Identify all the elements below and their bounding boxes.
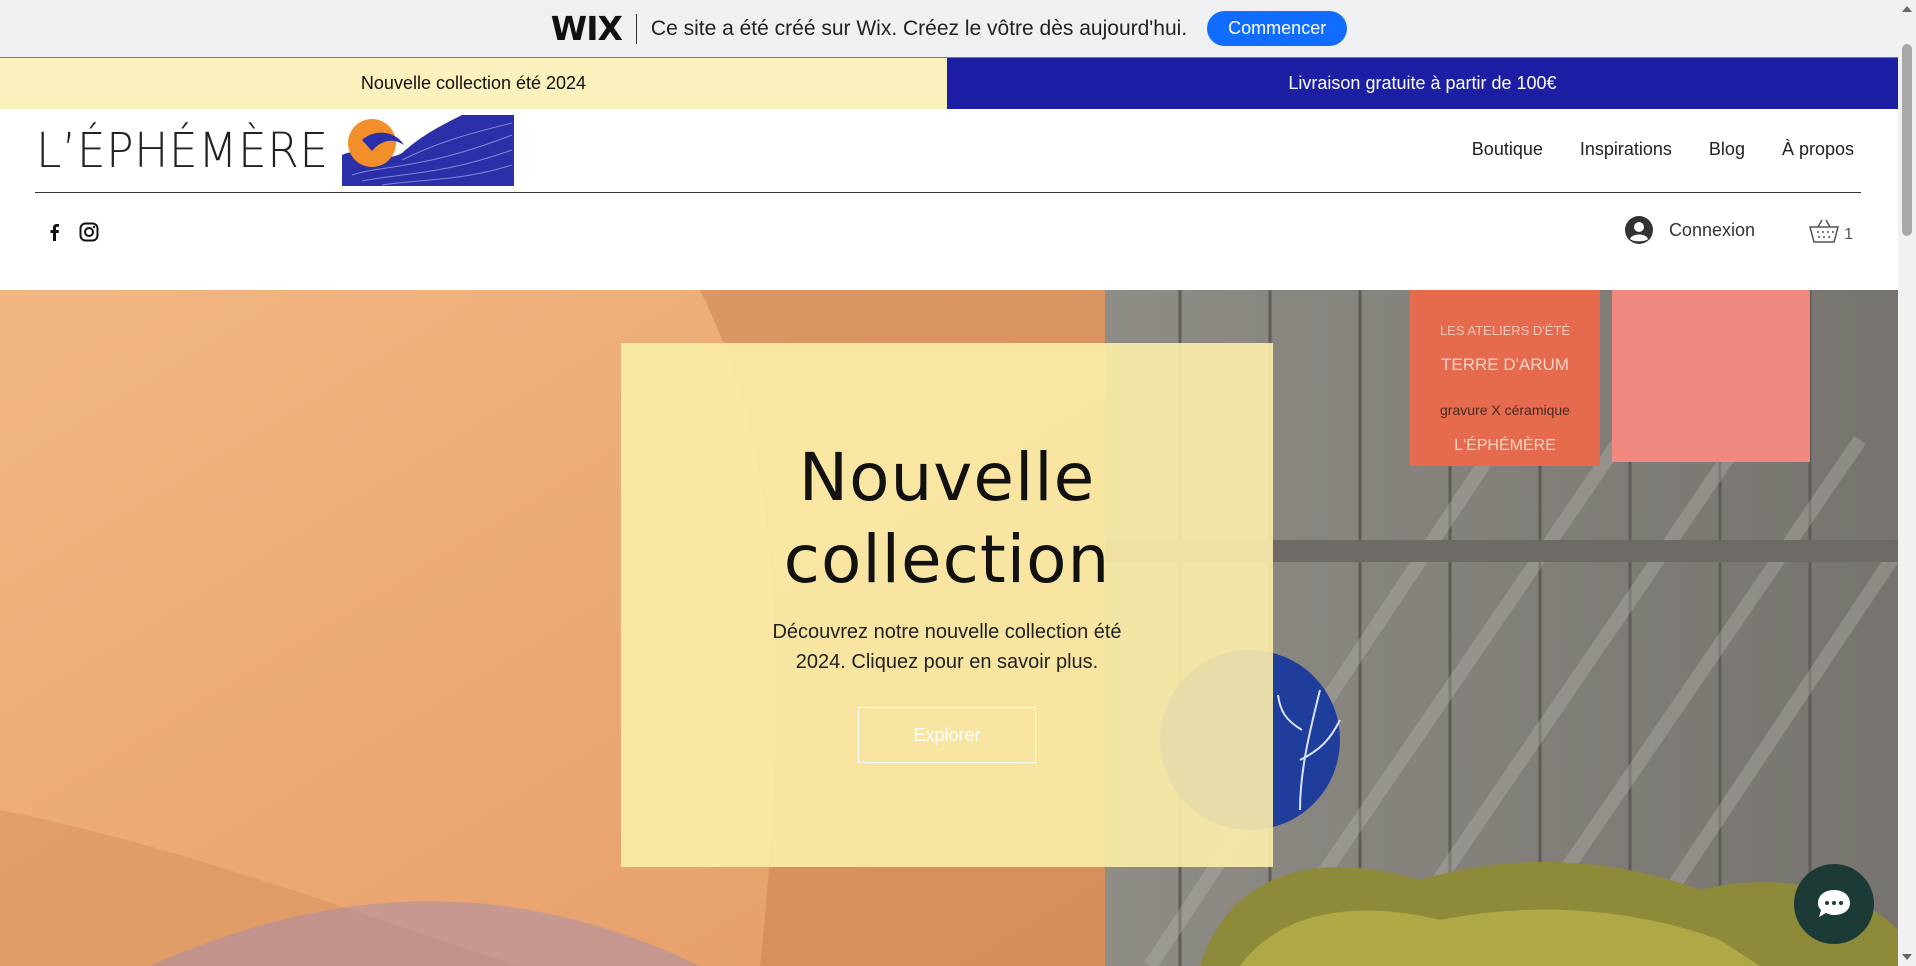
nav-item-a-propos[interactable]: À propos xyxy=(1782,139,1854,160)
page-scrollbar[interactable] xyxy=(1898,0,1916,966)
logo-wave-image xyxy=(342,115,515,186)
nav-item-boutique[interactable]: Boutique xyxy=(1472,139,1543,160)
hero-title-line-1: Nouvelle xyxy=(798,439,1096,516)
hero-subtitle: Découvrez notre nouvelle collection été … xyxy=(772,621,1122,673)
login-label: Connexion xyxy=(1668,219,1755,240)
cart-count: 1 xyxy=(1844,226,1853,243)
chat-button[interactable] xyxy=(1794,864,1874,944)
wix-separator xyxy=(635,13,637,44)
promo-new-collection[interactable]: Nouvelle collection été 2024 xyxy=(0,58,947,109)
facebook-icon[interactable] xyxy=(45,222,65,242)
hero-title-line-2: collection xyxy=(783,521,1111,598)
chat-bubble-icon xyxy=(1818,890,1850,917)
wix-banner-message: Ce site a été créé sur Wix. Créez le vôt… xyxy=(650,16,1188,40)
poster-title-1: LES ATELIERS D'ÉTÉ xyxy=(1440,323,1570,338)
promo-free-shipping[interactable]: Livraison gratuite à partir de 100€ xyxy=(947,58,1898,109)
nav-item-blog[interactable]: Blog xyxy=(1709,139,1745,160)
poster-title-2: TERRE D'ARUM xyxy=(1441,355,1569,374)
main-nav: Boutique Inspirations Blog À propos xyxy=(1472,139,1854,160)
logo-text: L’ÉPHÉMÈRE xyxy=(36,122,329,179)
header-divider xyxy=(35,192,1861,193)
promo-strip: Nouvelle collection été 2024 Livraison g… xyxy=(0,58,1898,109)
basket-icon xyxy=(1809,219,1840,243)
social-links xyxy=(45,222,99,242)
poster-title-3: gravure X céramique xyxy=(1440,402,1570,418)
login-button[interactable]: Connexion xyxy=(1624,216,1755,244)
scroll-down-arrow-icon[interactable] xyxy=(1902,954,1912,960)
hero-title: Nouvelle collection xyxy=(784,437,1111,601)
site-header: L’ÉPHÉMÈRE Boutique Inspirations Blog À … xyxy=(0,109,1898,290)
hero-section: LES ATELIERS D'ÉTÉ TERRE D'ARUM gravure … xyxy=(0,290,1898,966)
explore-button[interactable]: Explorer xyxy=(858,707,1036,763)
scrollbar-thumb[interactable] xyxy=(1902,44,1912,236)
instagram-icon[interactable] xyxy=(79,222,99,242)
site-logo[interactable]: L’ÉPHÉMÈRE xyxy=(36,115,515,186)
poster-title-4: L'ÉPHÉMÈRE xyxy=(1454,435,1556,454)
user-avatar-icon xyxy=(1624,216,1653,244)
hero-card: Nouvelle collection Découvrez notre nouv… xyxy=(621,343,1273,867)
wix-banner: WIX Ce site a été créé sur Wix. Créez le… xyxy=(0,0,1898,58)
wix-start-button[interactable]: Commencer xyxy=(1207,11,1348,46)
wix-logo[interactable]: WIX xyxy=(551,9,623,48)
nav-item-inspirations[interactable]: Inspirations xyxy=(1580,139,1672,160)
scroll-up-arrow-icon[interactable] xyxy=(1902,6,1912,12)
cart-button[interactable]: 1 xyxy=(1808,218,1853,244)
